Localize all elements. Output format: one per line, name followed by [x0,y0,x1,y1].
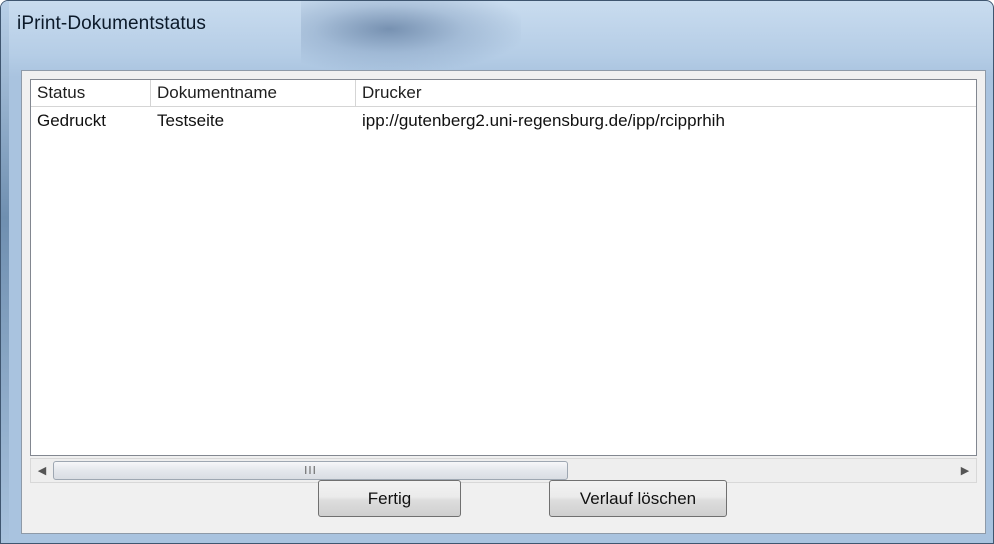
clear-history-button[interactable]: Verlauf löschen [549,480,727,517]
column-header-status[interactable]: Status [31,80,151,106]
scrollbar-grip: III [304,464,317,477]
window-title: iPrint-Dokumentstatus [17,13,207,34]
list-header: Status Dokumentname Drucker [31,80,976,107]
dialog-client-area: Status Dokumentname Drucker Gedruckt Tes… [21,70,986,534]
list-rows: Gedruckt Testseite ipp://gutenberg2.uni-… [31,107,976,135]
scrollbar-thumb[interactable]: III [53,461,568,480]
scroll-right-icon[interactable]: ▶ [956,459,974,482]
dialog-window: iPrint-Dokumentstatus Status Dokumentnam… [0,0,994,544]
document-status-list[interactable]: Status Dokumentname Drucker Gedruckt Tes… [30,79,977,456]
window-frame-edge [1,1,9,543]
column-header-printer[interactable]: Drucker [356,80,976,106]
cell-document-name: Testseite [157,111,225,130]
cell-printer: ipp://gutenberg2.uni-regensburg.de/ipp/r… [362,111,725,130]
done-button[interactable]: Fertig [318,480,461,517]
list-row[interactable]: Gedruckt Testseite ipp://gutenberg2.uni-… [31,107,976,135]
title-bar-glass-decoration [301,1,521,71]
column-header-document-name[interactable]: Dokumentname [151,80,356,106]
scroll-left-icon[interactable]: ◀ [33,459,51,482]
horizontal-scrollbar[interactable]: ◀ III ▶ [30,458,977,483]
cell-status: Gedruckt [37,111,106,130]
